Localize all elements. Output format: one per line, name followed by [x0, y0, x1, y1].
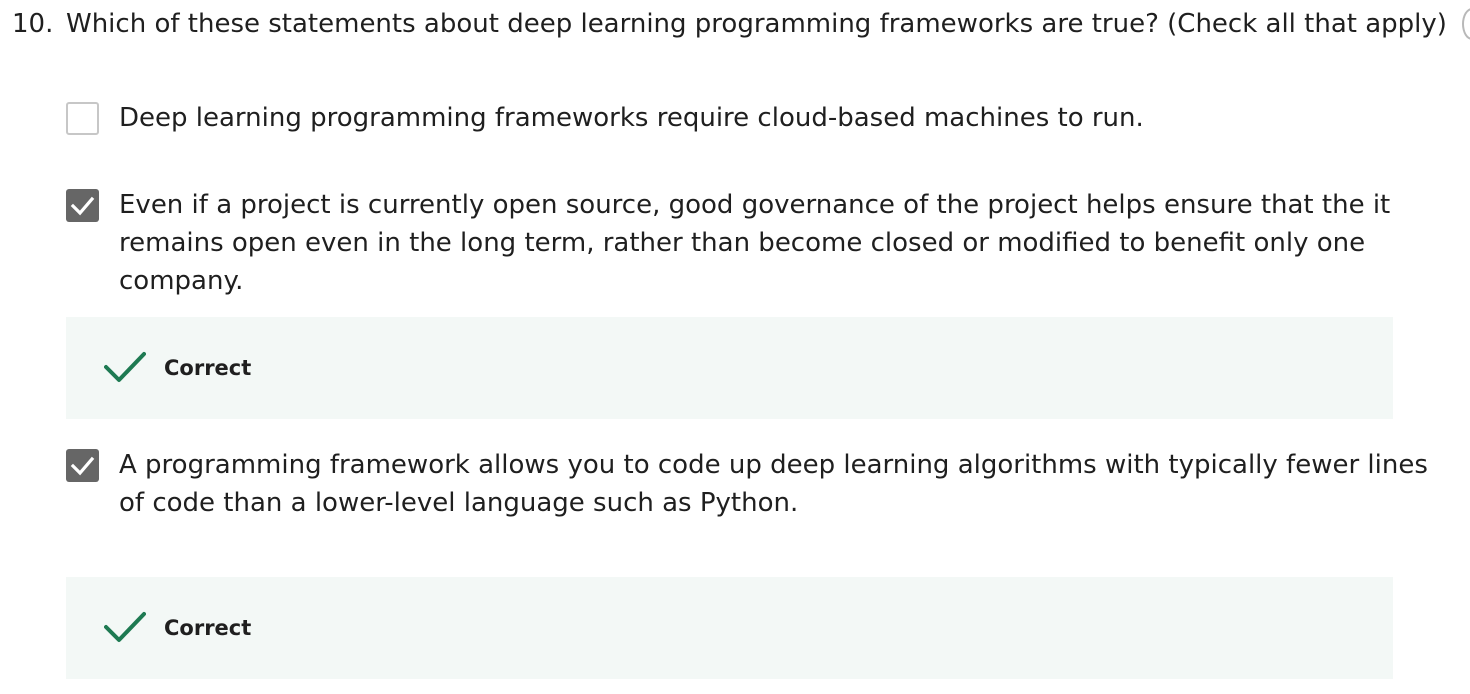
- checkmark-icon: [70, 456, 95, 476]
- question-text: Which of these statements about deep lea…: [66, 9, 1447, 39]
- feedback-panel: Correct: [66, 317, 1393, 419]
- feedback-label: Correct: [164, 356, 252, 380]
- option-checkbox-checked[interactable]: [66, 449, 99, 482]
- question-number: 10.: [12, 9, 54, 39]
- option-checkbox-checked[interactable]: [66, 189, 99, 222]
- option-label: Even if a project is currently open sour…: [119, 190, 1391, 296]
- feedback-label: Correct: [164, 616, 252, 640]
- correct-check-icon: [104, 352, 146, 382]
- quiz-question: 10. Which of these statements about deep…: [0, 0, 1470, 694]
- option-checkbox-unchecked[interactable]: [66, 102, 99, 135]
- correct-check-icon: [104, 612, 146, 642]
- partial-circle-icon: [1462, 8, 1470, 40]
- option-label: A programming framework allows you to co…: [119, 450, 1428, 518]
- feedback-panel: Correct: [66, 577, 1393, 679]
- option-label: Deep learning programming frameworks req…: [119, 103, 1144, 133]
- checkmark-icon: [70, 196, 95, 216]
